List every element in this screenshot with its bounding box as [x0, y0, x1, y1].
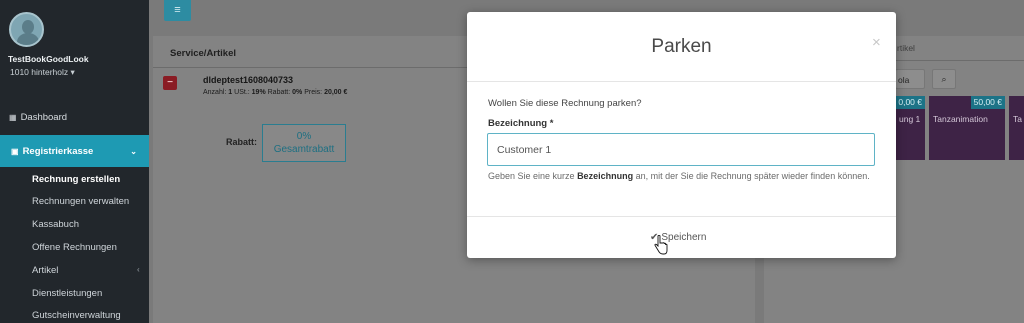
sidebar-item-rechnungen-verwalten[interactable]: Rechnungen verwalten — [32, 196, 129, 207]
article-tile[interactable]: 50,00 € Tanzanimation — [929, 96, 1005, 160]
price-badge: 0,00 € — [895, 96, 925, 109]
close-icon[interactable]: × — [872, 34, 881, 51]
category-chip[interactable]: ola — [895, 69, 925, 89]
chevron-down-icon: ⌄ — [130, 146, 137, 156]
gesamtrabatt-button[interactable]: 0% Gesamtrabatt — [262, 124, 346, 162]
sidebar: TestBookGoodLook 1010 hinterholz ▾ ▦ Das… — [0, 0, 149, 323]
tile-label: Tanzanimation — [933, 114, 988, 124]
tile-label: ung 1 — [899, 114, 921, 124]
rabatt-label: Rabatt: — [226, 137, 257, 147]
shop-location-dropdown[interactable]: 1010 hinterholz ▾ — [10, 67, 75, 78]
sidebar-item-kassabuch[interactable]: Kassabuch — [32, 219, 79, 230]
menu-toggle-button[interactable]: ≡ — [164, 0, 191, 21]
minus-icon: − — [167, 77, 173, 88]
remove-item-button[interactable]: − — [163, 76, 177, 90]
sidebar-item-dashboard[interactable]: ▦ Dashboard — [0, 108, 149, 126]
sidebar-item-dienstleistungen[interactable]: Dienstleistungen — [32, 288, 102, 299]
tile-label: Ta — [1013, 114, 1022, 124]
sidebar-item-gutscheinverwaltung[interactable]: Gutscheinverwaltung — [32, 310, 121, 321]
article-panel-header: rtikel — [897, 43, 915, 53]
hand-cursor-icon — [654, 235, 668, 255]
dashboard-icon: ▦ — [9, 112, 17, 122]
sidebar-item-offene-rechnungen[interactable]: Offene Rechnungen — [32, 242, 117, 253]
sidebar-item-artikel[interactable]: Artikel ‹ — [32, 265, 140, 276]
price-badge: 50,00 € — [970, 96, 1005, 109]
sidebar-item-rechnung-erstellen[interactable]: Rechnung erstellen — [32, 174, 120, 185]
divider — [153, 67, 467, 68]
search-button[interactable]: ⌕ — [932, 69, 956, 89]
park-invoice-modal: Parken × Wollen Sie diese Rechnung parke… — [467, 12, 896, 258]
bezeichnung-input[interactable] — [487, 133, 875, 166]
avatar[interactable] — [9, 12, 44, 47]
article-tile[interactable]: Ta — [1009, 96, 1024, 160]
cash-register-icon: ▣ — [11, 146, 19, 156]
article-tile[interactable]: 0,00 € ung 1 — [895, 96, 925, 160]
hamburger-icon: ≡ — [174, 4, 181, 16]
modal-question: Wollen Sie diese Rechnung parken? — [488, 98, 642, 109]
help-text: Geben Sie eine kurze Bezeichnung an, mit… — [488, 171, 870, 181]
divider — [467, 216, 896, 217]
chevron-left-icon: ‹ — [137, 265, 140, 274]
item-title: dldeptest1608040733 — [203, 75, 294, 85]
shop-name: TestBookGoodLook — [8, 54, 89, 64]
caret-down-icon: ▾ — [70, 67, 75, 77]
divider — [467, 81, 896, 82]
search-icon: ⌕ — [941, 74, 947, 84]
bezeichnung-label: Bezeichnung * — [488, 118, 554, 129]
sidebar-item-registrierkasse[interactable]: ▣ Registrierkasse ⌄ — [0, 135, 149, 167]
modal-title: Parken — [651, 36, 712, 57]
column-header: Service/Artikel — [170, 48, 237, 59]
item-meta: Anzahl: 1 USt.: 19% Rabatt: 0% Preis: 20… — [203, 89, 348, 96]
